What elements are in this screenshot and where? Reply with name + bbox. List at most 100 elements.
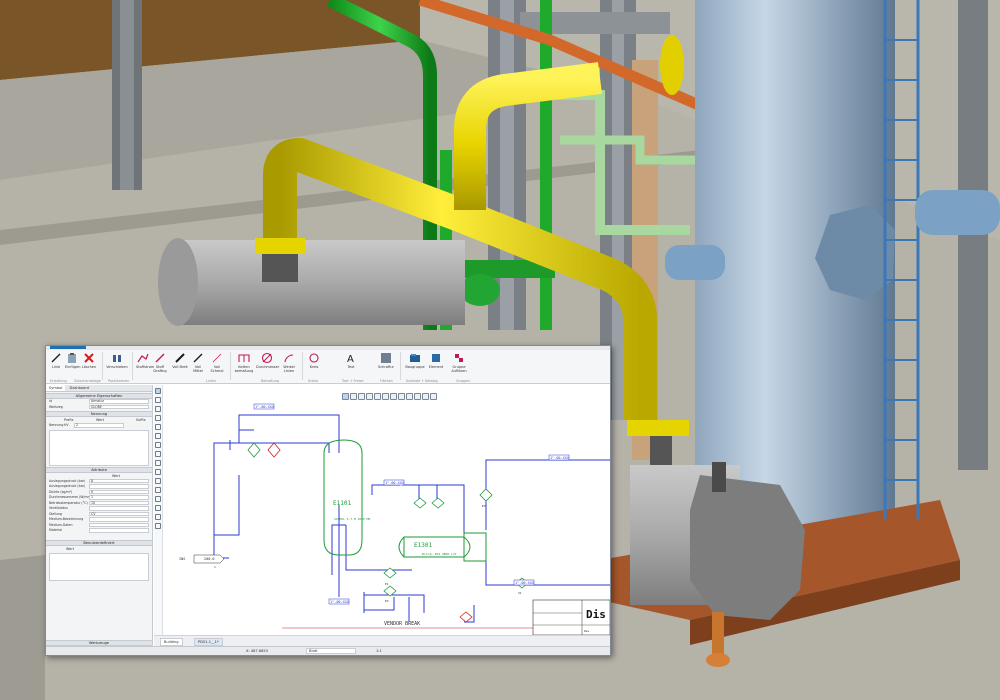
pid-diagram: 1"-00-XXX 1"-00-XXX 1"-00-XXX 1"-00-XXX … <box>179 403 610 636</box>
property-value[interactable]: Armatur <box>89 399 149 404</box>
attribute-label: Material <box>49 528 62 532</box>
move-button-label: Verschieben <box>106 365 128 369</box>
select-tool-icon[interactable] <box>155 388 161 394</box>
pump-tool-icon[interactable] <box>155 433 161 439</box>
zoom-in-icon[interactable] <box>390 393 397 400</box>
attribute-value[interactable]: 1 <box>89 495 149 500</box>
attribute-value[interactable] <box>89 506 149 511</box>
misc-tool-icon[interactable] <box>155 523 161 529</box>
zoom-window-icon[interactable] <box>414 393 421 400</box>
tab-building[interactable]: Building <box>160 638 183 646</box>
pipe-tool-icon[interactable] <box>155 406 161 412</box>
pan-icon[interactable] <box>422 393 429 400</box>
full-narrow-icon <box>212 353 222 363</box>
assembly-icon <box>410 354 420 362</box>
paste-icon <box>68 353 76 363</box>
filter-tool-icon[interactable] <box>155 478 161 484</box>
text-tool-icon[interactable] <box>155 505 161 511</box>
draft-button[interactable]: Stoff Draftng <box>152 352 168 378</box>
zoom-fit-icon[interactable] <box>406 393 413 400</box>
tank-tool-icon[interactable] <box>155 451 161 457</box>
dim-tool-icon[interactable] <box>155 514 161 520</box>
chain-dim-button[interactable]: Ketten bemaßung <box>234 352 254 378</box>
attribute-value[interactable] <box>89 517 149 522</box>
text-button[interactable]: A Text <box>344 352 358 378</box>
attribute-value[interactable]: 8 <box>89 478 149 484</box>
tab-symbol[interactable]: Symbol <box>46 385 66 391</box>
angle-button[interactable]: Winkel Linien <box>280 352 298 378</box>
attribute-label: Auslegungsdruck (bar) <box>49 484 86 488</box>
line-label[interactable]: 1"-00-XXX <box>330 600 350 604</box>
check-valve-tool-icon[interactable] <box>155 469 161 475</box>
refresh-icon[interactable] <box>430 393 437 400</box>
arrow-tool-icon[interactable] <box>155 460 161 466</box>
line-label[interactable]: 1"-00-XXX <box>255 405 275 409</box>
property-label: Werkzeg <box>49 404 63 409</box>
snap-icon[interactable] <box>382 393 389 400</box>
nozzle-tool-icon[interactable] <box>155 487 161 493</box>
custom-values-area[interactable] <box>49 552 149 581</box>
attribute-label: Ventilstatus <box>49 506 68 510</box>
save-icon[interactable] <box>350 393 357 400</box>
attribute-value[interactable]: CV <box>89 511 149 517</box>
ribbon-group-label: Symbole + Katalog <box>406 379 438 383</box>
naming-prefix[interactable]: HV <box>64 423 69 428</box>
valve-label: E3 <box>482 504 486 508</box>
equipment-tag-e1101[interactable]: E1101 <box>333 500 351 507</box>
paste-button[interactable]: Einfügen <box>65 352 80 378</box>
layer-select[interactable]: Blatt <box>306 648 356 654</box>
naming-value[interactable]: 2 <box>74 423 124 428</box>
hatch-button[interactable]: Schraffur <box>376 352 396 378</box>
flange-tool-icon[interactable] <box>155 424 161 430</box>
attribute-value[interactable]: 10 <box>89 500 149 506</box>
full-mid-button[interactable]: Voll Mittel <box>190 352 206 378</box>
tab-dashboard[interactable]: Dashboard <box>67 385 93 391</box>
line-label[interactable]: 1"-00-XXX <box>385 481 405 485</box>
ungroup-button[interactable]: Gruppe Auflösen <box>448 352 470 378</box>
delete-button[interactable]: Löschen <box>81 352 97 378</box>
inlet-sub: 1 <box>214 565 216 569</box>
attribute-value[interactable] <box>89 484 149 489</box>
line-label[interactable]: 1"-00-XXX <box>550 456 570 460</box>
reducer-tool-icon[interactable] <box>155 415 161 421</box>
instrument-tool-icon[interactable] <box>155 442 161 448</box>
attribute-value[interactable] <box>89 528 149 533</box>
ribbon-group-label: Flächen <box>380 379 393 383</box>
valve-tool-icon[interactable] <box>155 397 161 403</box>
pointer-icon[interactable] <box>342 393 349 400</box>
attribute-value[interactable]: 0 <box>89 489 149 495</box>
redo-icon[interactable] <box>374 393 381 400</box>
naming-label: Nennung <box>49 423 64 427</box>
attribute-label: Stellung <box>49 511 63 516</box>
attribute-value[interactable] <box>89 522 149 528</box>
line-button-label: Linie <box>51 365 61 369</box>
equipment-spec-e1101: SCHEDL S.T.M 1000 MM <box>334 517 370 521</box>
stream-button[interactable]: Stoffstrom <box>136 352 154 378</box>
full-width-button[interactable]: Voll Breit <box>172 352 188 378</box>
active-ribbon-tab[interactable] <box>50 346 86 349</box>
full-width-button-label: Voll Breit <box>172 365 188 369</box>
line-label[interactable]: 1"-00-XXX <box>515 581 535 585</box>
print-icon[interactable] <box>358 393 365 400</box>
move-button[interactable]: Verschieben <box>106 352 128 378</box>
angle-button-label: Winkel Linien <box>283 365 295 373</box>
zoom-out-icon[interactable] <box>398 393 405 400</box>
draft-button-label: Stoff Draftng <box>153 365 167 373</box>
equipment-tag-e1301[interactable]: E1301 <box>414 542 432 549</box>
diameter-button[interactable]: Durchmesser <box>256 352 279 378</box>
element-button[interactable]: Element <box>428 352 444 378</box>
full-narrow-button[interactable]: Voll Schmal <box>208 352 226 378</box>
line-tool-icon[interactable] <box>155 496 161 502</box>
circle-button[interactable]: Kreis <box>306 352 322 378</box>
cursor-coordinates: X: 487.6853 <box>246 649 268 653</box>
ribbon-group-label: Positionieren <box>108 379 130 383</box>
tab-pd01[interactable]: PD01-1__1* <box>194 638 223 646</box>
assembly-button[interactable]: Baugruppe <box>404 352 426 378</box>
attribute-label: Auslegungsdruck (bar) <box>49 478 86 483</box>
property-value[interactable]: GLOBE <box>89 404 149 410</box>
attribute-label: Medium-Daten <box>49 522 73 527</box>
line-button[interactable]: Linie <box>49 352 63 378</box>
drawing-canvas[interactable]: 1"-00-XXX 1"-00-XXX 1"-00-XXX 1"-00-XXX … <box>164 385 610 636</box>
undo-icon[interactable] <box>366 393 373 400</box>
ungroup-button-label: Gruppe Auflösen <box>451 365 467 373</box>
